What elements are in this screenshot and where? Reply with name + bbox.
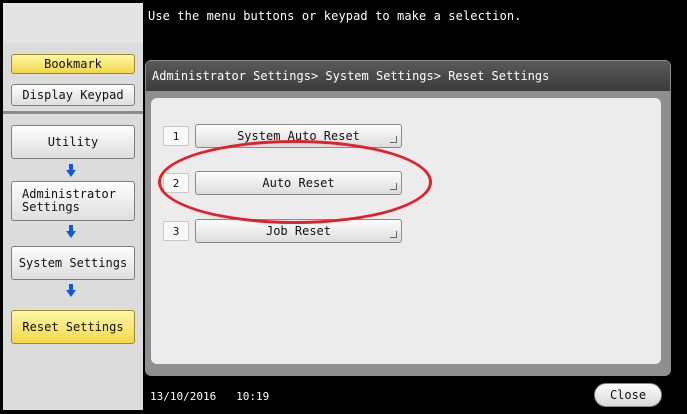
close-label: Close <box>609 388 647 402</box>
nav-utility-button[interactable]: Utility <box>11 125 135 159</box>
close-button[interactable]: Close <box>594 383 662 407</box>
nav-administrator-settings-label: Administrator Settings <box>22 187 116 214</box>
nav-administrator-settings-button[interactable]: Administrator Settings <box>11 181 135 221</box>
nav-reset-settings-button[interactable]: Reset Settings <box>11 310 135 344</box>
job-reset-button[interactable]: Job Reset <box>195 219 402 243</box>
date-text: 13/10/2016 <box>150 390 217 403</box>
auto-reset-label: Auto Reset <box>262 176 335 190</box>
down-arrow-icon <box>66 284 76 297</box>
system-auto-reset-button[interactable]: System Auto Reset <box>195 124 402 148</box>
left-panel-top <box>3 3 143 43</box>
nav-system-settings-button[interactable]: System Settings <box>11 246 135 280</box>
item-number: 2 <box>163 173 189 193</box>
breadcrumb: Administrator Settings> System Settings>… <box>146 61 670 91</box>
left-divider <box>3 111 143 114</box>
system-auto-reset-label: System Auto Reset <box>237 129 360 143</box>
screen: Bookmark Display Keypad Utility Administ… <box>3 3 683 410</box>
down-arrow-icon <box>66 164 76 177</box>
nav-system-settings-label: System Settings <box>18 255 128 270</box>
left-panel: Bookmark Display Keypad Utility Administ… <box>3 3 143 410</box>
bookmark-label: Bookmark <box>44 56 102 71</box>
down-arrow-icon <box>66 225 76 238</box>
display-keypad-button[interactable]: Display Keypad <box>11 84 135 106</box>
datetime: 13/10/2016 10:19 <box>150 390 269 403</box>
item-number: 3 <box>163 221 189 241</box>
job-reset-label: Job Reset <box>265 224 332 238</box>
instruction-message: Use the menu buttons or keypad to make a… <box>148 9 522 23</box>
time-text: 10:19 <box>236 390 270 403</box>
item-number: 1 <box>163 126 189 146</box>
nav-utility-label: Utility <box>47 134 99 149</box>
nav-reset-settings-label: Reset Settings <box>22 319 124 334</box>
auto-reset-button[interactable]: Auto Reset <box>195 171 402 195</box>
display-keypad-label: Display Keypad <box>22 87 124 102</box>
bookmark-button[interactable]: Bookmark <box>11 54 135 74</box>
